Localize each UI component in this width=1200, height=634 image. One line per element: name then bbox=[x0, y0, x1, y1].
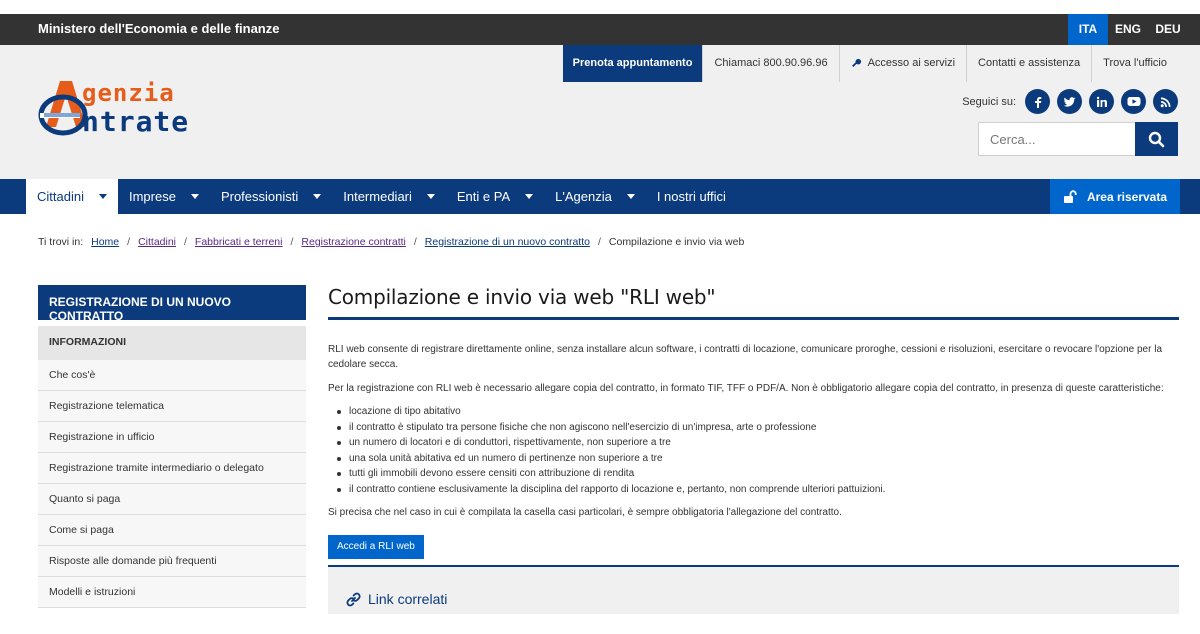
lang-eng[interactable]: ENG bbox=[1108, 14, 1148, 45]
prenota-appuntamento-button[interactable]: Prenota appuntamento bbox=[562, 45, 703, 82]
nav-item-label: Enti e PA bbox=[456, 189, 511, 204]
list-item: il contratto è stipulato tra persone fis… bbox=[335, 420, 885, 436]
search-input[interactable] bbox=[978, 122, 1135, 156]
breadcrumb-fabbricati[interactable]: Fabbricati e terreni bbox=[195, 236, 283, 248]
search-button[interactable] bbox=[1135, 122, 1178, 156]
accesso-servizi-label: Accesso ai servizi bbox=[867, 57, 956, 69]
nav-item-label: Cittadini bbox=[37, 189, 84, 204]
logo-text-line2: ntrate bbox=[82, 105, 190, 138]
lang-deu[interactable]: DEU bbox=[1148, 14, 1188, 45]
breadcrumb-registrazione-contratti[interactable]: Registrazione contratti bbox=[301, 236, 405, 248]
sidebar-item-registrazione-telematica[interactable]: Registrazione telematica bbox=[38, 391, 306, 422]
related-links-title: Link correlati bbox=[368, 591, 448, 607]
key-icon bbox=[851, 58, 861, 68]
area-riservata-button[interactable]: Area riservata bbox=[1050, 179, 1180, 214]
note-paragraph: Si precisa che nel caso in cui è compila… bbox=[328, 507, 842, 518]
sidebar-item-intermediario[interactable]: Registrazione tramite intermediario o de… bbox=[38, 453, 306, 484]
agenzia-entrate-logo[interactable]: genzia ntrate bbox=[38, 79, 228, 141]
linkedin-icon[interactable] bbox=[1089, 89, 1114, 114]
sidebar-item-modelli[interactable]: Modelli e istruzioni bbox=[38, 577, 306, 608]
main-nav: Cittadini Imprese Professionisti Interme… bbox=[0, 179, 1200, 214]
nav-item-intermediari[interactable]: Intermediari bbox=[332, 179, 446, 214]
contatti-assistenza-link[interactable]: Contatti e assistenza bbox=[966, 45, 1091, 82]
breadcrumb-current: Compilazione e invio via web bbox=[608, 236, 745, 248]
nav-item-label: Imprese bbox=[128, 189, 176, 204]
intro-paragraph: RLI web consente di registrare direttame… bbox=[328, 344, 1163, 370]
list-item: una sola unità abitativa ed un numero di… bbox=[335, 451, 885, 467]
ministry-link[interactable]: Ministero dell'Economia e delle finanze bbox=[38, 21, 279, 36]
sidebar: REGISTRAZIONE DI UN NUOVO CONTRATTO INFO… bbox=[38, 285, 306, 608]
youtube-icon[interactable] bbox=[1121, 89, 1146, 114]
chevron-down-icon bbox=[525, 194, 534, 199]
ministry-bar: Ministero dell'Economia e delle finanze … bbox=[0, 14, 1200, 45]
breadcrumb-cittadini[interactable]: Cittadini bbox=[138, 236, 176, 248]
list-item: il contratto contiene esclusivamente la … bbox=[335, 482, 885, 498]
nav-item-professionisti[interactable]: Professionisti bbox=[210, 179, 332, 214]
nav-item-uffici[interactable]: I nostri uffici bbox=[646, 179, 737, 214]
nav-item-cittadini[interactable]: Cittadini bbox=[26, 179, 118, 214]
nav-item-agenzia[interactable]: L'Agenzia bbox=[544, 179, 646, 214]
nav-item-label: I nostri uffici bbox=[656, 189, 726, 204]
chevron-down-icon bbox=[626, 194, 635, 199]
twitter-icon[interactable] bbox=[1057, 89, 1082, 114]
breadcrumb-home[interactable]: Home bbox=[91, 236, 119, 248]
sidebar-item-faq[interactable]: Risposte alle domande più frequenti bbox=[38, 546, 306, 577]
link-icon bbox=[346, 592, 361, 606]
rss-icon[interactable] bbox=[1153, 89, 1178, 114]
chevron-down-icon bbox=[190, 194, 199, 199]
list-item: un numero di locatori e di conduttori, r… bbox=[335, 435, 885, 451]
sidebar-item-registrazione-ufficio[interactable]: Registrazione in ufficio bbox=[38, 422, 306, 453]
main-nav-list: Cittadini Imprese Professionisti Interme… bbox=[26, 179, 737, 214]
nav-item-label: Intermediari bbox=[343, 189, 412, 204]
sidebar-item-come-si-paga[interactable]: Come si paga bbox=[38, 515, 306, 546]
related-links-box: Link correlati bbox=[328, 565, 1179, 614]
chevron-down-icon bbox=[98, 194, 107, 199]
breadcrumb-prefix: Ti trovi in: bbox=[38, 236, 84, 248]
related-links-heading[interactable]: Link correlati bbox=[346, 591, 447, 607]
nav-item-imprese[interactable]: Imprese bbox=[118, 179, 210, 214]
breadcrumb-separator: / bbox=[413, 236, 417, 248]
breadcrumb-nuovo-contratto[interactable]: Registrazione di un nuovo contratto bbox=[425, 236, 590, 248]
nav-item-label: Professionisti bbox=[220, 189, 299, 204]
search-icon bbox=[1148, 131, 1165, 147]
trova-ufficio-link[interactable]: Trova l'ufficio bbox=[1091, 45, 1178, 82]
breadcrumb-separator: / bbox=[127, 236, 131, 248]
breadcrumb: Ti trovi in: Home / Cittadini / Fabbrica… bbox=[38, 236, 744, 248]
breadcrumb-separator: / bbox=[597, 236, 601, 248]
list-item: tutti gli immobili devono essere censiti… bbox=[335, 466, 885, 482]
sidebar-item-quanto-si-paga[interactable]: Quanto si paga bbox=[38, 484, 306, 515]
social-links: Seguici su: bbox=[962, 89, 1178, 114]
conditions-list: locazione di tipo abitativo il contratto… bbox=[335, 404, 885, 497]
sidebar-title[interactable]: REGISTRAZIONE DI UN NUOVO CONTRATTO bbox=[38, 285, 306, 323]
sidebar-section-informazioni[interactable]: INFORMAZIONI bbox=[38, 326, 306, 360]
service-bar: Prenota appuntamento Chiamaci 800.90.96.… bbox=[562, 45, 1178, 82]
accesso-servizi-link[interactable]: Accesso ai servizi bbox=[838, 45, 966, 82]
nav-item-enti-pa[interactable]: Enti e PA bbox=[446, 179, 544, 214]
site-header: genzia ntrate Prenota appuntamento Chiam… bbox=[0, 45, 1200, 179]
chevron-down-icon bbox=[313, 194, 322, 199]
page-title: Compilazione e invio via web "RLI web" bbox=[328, 285, 716, 309]
main-content: Compilazione e invio via web "RLI web" R… bbox=[328, 285, 1179, 614]
accedi-rli-web-button[interactable]: Accedi a RLI web bbox=[328, 535, 424, 559]
list-item: locazione di tipo abitativo bbox=[335, 404, 885, 420]
requirements-paragraph: Per la registrazione con RLI web è neces… bbox=[328, 383, 1164, 394]
sidebar-item-che-cose[interactable]: Che cos'è bbox=[38, 360, 306, 391]
lang-ita[interactable]: ITA bbox=[1068, 14, 1108, 45]
area-riservata-label: Area riservata bbox=[1086, 189, 1168, 204]
unlock-icon bbox=[1063, 189, 1077, 203]
social-label: Seguici su: bbox=[962, 95, 1016, 108]
breadcrumb-separator: / bbox=[184, 236, 187, 248]
breadcrumb-separator: / bbox=[290, 236, 294, 248]
title-divider bbox=[328, 317, 1179, 320]
nav-item-label: L'Agenzia bbox=[555, 189, 612, 204]
facebook-icon[interactable] bbox=[1025, 89, 1050, 114]
language-switcher: ITA ENG DEU bbox=[1068, 14, 1188, 45]
chiamaci-link[interactable]: Chiamaci 800.90.96.96 bbox=[702, 45, 838, 82]
chevron-down-icon bbox=[426, 194, 435, 199]
logo-text-line1: genzia bbox=[82, 79, 175, 107]
search-box bbox=[978, 122, 1178, 156]
